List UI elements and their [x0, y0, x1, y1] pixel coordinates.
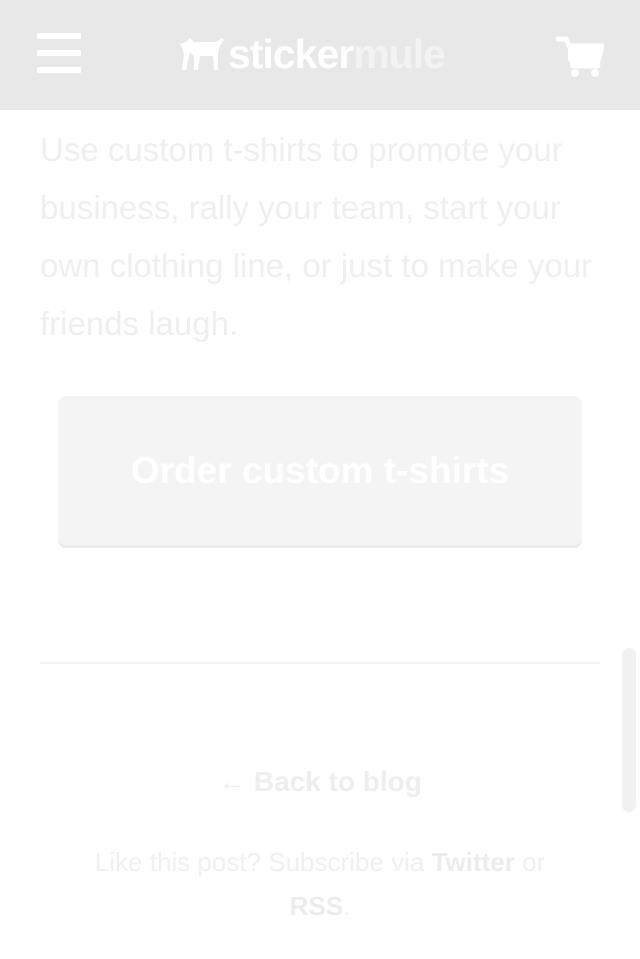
- top-navigation-bar: stickermule: [0, 0, 640, 110]
- shopping-cart-icon[interactable]: [555, 36, 605, 78]
- rss-link[interactable]: RSS: [290, 891, 343, 921]
- subscribe-prefix-text: Like this post? Subscribe via: [94, 847, 425, 877]
- subscribe-note: Like this post? Subscribe via Twitter or…: [60, 840, 580, 928]
- order-custom-tshirts-button[interactable]: Order custom t-shirts: [58, 396, 582, 545]
- mule-logo-icon: [180, 38, 224, 70]
- section-divider: [40, 662, 600, 664]
- twitter-link[interactable]: Twitter: [432, 847, 515, 877]
- intro-paragraph: Use custom t-shirts to promote your busi…: [40, 131, 593, 342]
- back-to-blog-link[interactable]: ← Back to blog: [0, 762, 640, 802]
- sticker-mule-logo[interactable]: stickermule: [178, 30, 446, 78]
- hamburger-menu-icon[interactable]: [37, 33, 81, 73]
- period-text: .: [343, 891, 351, 921]
- logo-text-mule: mule: [353, 31, 446, 77]
- logo-text-sticker: sticker: [228, 31, 354, 77]
- or-text: or: [522, 847, 546, 877]
